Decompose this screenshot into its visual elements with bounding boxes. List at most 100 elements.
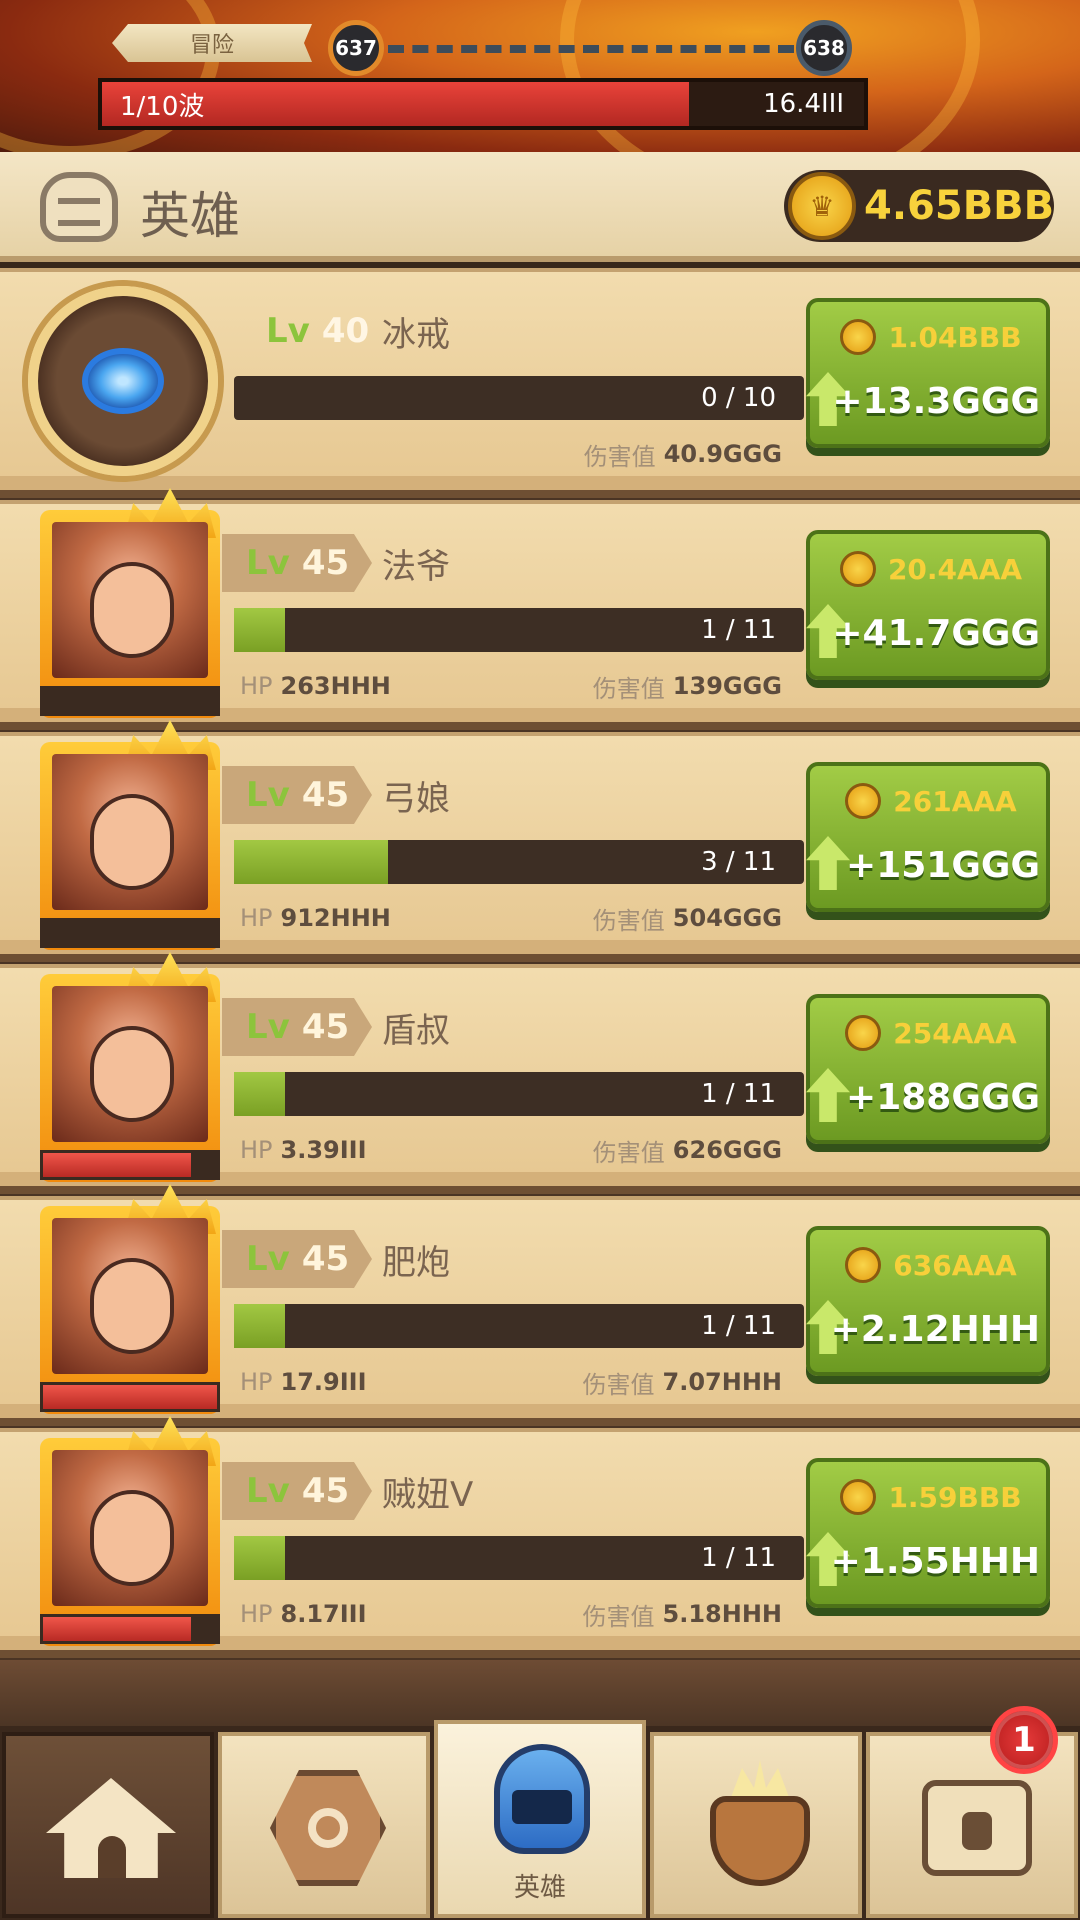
- hp-label: HP: [240, 1368, 273, 1396]
- hero-row: Lv 45 肥炮 1 / 11 HP 17.9III 伤害值 7.07HHH 6…: [0, 1184, 1080, 1418]
- gold-coin-icon: [788, 172, 856, 240]
- hero-hp-strip: [40, 918, 220, 948]
- damage-value: 5.18HHH: [662, 1600, 782, 1628]
- portrait-frame[interactable]: [40, 720, 220, 950]
- upgrade-progress-bar: 3 / 11: [234, 840, 804, 884]
- damage-label: 伤害值: [592, 906, 665, 935]
- upgrade-cost: 1.04BBB: [820, 312, 1042, 362]
- helmet-icon: [40, 172, 118, 242]
- hp-label: HP: [240, 1136, 273, 1164]
- heroes-header: 英雄 4.65BBB: [0, 152, 1080, 262]
- hp-value: 8.17III: [280, 1600, 367, 1628]
- upgrade-progress-text: 1 / 11: [701, 1543, 776, 1573]
- tab-chest[interactable]: 1: [866, 1706, 1078, 1918]
- damage-value: 7.07HHH: [662, 1368, 782, 1396]
- shield-uncle-portrait-icon: [52, 986, 208, 1142]
- damage-value: 626GGG: [672, 1136, 782, 1164]
- tent-door: [98, 1836, 126, 1878]
- upgrade-cost: 254AAA: [820, 1008, 1042, 1058]
- upgrade-button[interactable]: 1.04BBB +13.3GGG: [806, 298, 1050, 448]
- upgrade-gain: +1.55HHH: [830, 1540, 1040, 1582]
- portrait-frame[interactable]: [40, 488, 220, 718]
- level-prefix: Lv: [246, 1239, 290, 1279]
- level-tag: Lv 45: [222, 1230, 372, 1288]
- cost-value: 1.59BBB: [888, 1480, 1022, 1514]
- cannoneer-portrait-icon: [52, 1218, 208, 1374]
- cost-value: 254AAA: [893, 1016, 1017, 1050]
- upgrade-progress-text: 0 / 10: [701, 383, 776, 413]
- hero-row: Lv 45 弓娘 3 / 11 HP 912HHH 伤害值 504GGG 261…: [0, 720, 1080, 954]
- upgrade-progress-text: 1 / 11: [701, 1311, 776, 1341]
- hero-hp-strip: [40, 1382, 220, 1412]
- hp-value: 17.9III: [280, 1368, 367, 1396]
- upgrade-gain: +2.12HHH: [830, 1308, 1040, 1350]
- gold-counter: 4.65BBB: [784, 170, 1054, 242]
- hero-hp-fill: [43, 1153, 191, 1177]
- hero-hp-fill: [43, 1617, 191, 1641]
- upgrade-progress-text: 1 / 11: [701, 615, 776, 645]
- upgrade-progress-fill: [234, 1304, 286, 1348]
- gold-coin-icon: [840, 1479, 877, 1515]
- hero-hp-strip: [40, 1150, 220, 1180]
- upgrade-progress-text: 3 / 11: [701, 847, 776, 877]
- damage-value: 504GGG: [672, 904, 782, 932]
- upgrade-progress-text: 1 / 11: [701, 1079, 776, 1109]
- level-tag: Lv 45: [222, 998, 372, 1056]
- hp-value: 3.39III: [280, 1136, 367, 1164]
- upgrade-button[interactable]: 20.4AAA +41.7GGG: [806, 530, 1050, 680]
- hero-row: Lv 45 贼妞V 1 / 11 HP 8.17III 伤害值 5.18HHH …: [0, 1416, 1080, 1650]
- stage-path: [388, 45, 794, 53]
- damage-label: 伤害值: [582, 1602, 655, 1631]
- upgrade-cost: 20.4AAA: [820, 544, 1042, 594]
- hero-name: 贼妞V: [382, 1474, 474, 1515]
- hero-name: 法爷: [382, 546, 450, 587]
- hero-name: 肥炮: [382, 1242, 450, 1283]
- level-value: 45: [301, 775, 350, 815]
- hero-row: Lv 40 冰戒 0 / 10 伤害值 40.9GGG 1.04BBB +13.…: [0, 268, 1080, 490]
- cost-value: 261AAA: [893, 784, 1017, 818]
- hp-label: HP: [240, 1600, 273, 1628]
- upgrade-button[interactable]: 636AAA +2.12HHH: [806, 1226, 1050, 1376]
- tab-rune[interactable]: [218, 1732, 430, 1918]
- upgrade-progress-fill: [234, 840, 388, 884]
- gold-coin-icon: [845, 1015, 882, 1051]
- upgrade-progress-fill: [234, 608, 286, 652]
- upgrade-gain: +188GGG: [846, 1076, 1040, 1118]
- tab-camp[interactable]: [2, 1732, 214, 1918]
- level-tag: Lv 45: [222, 534, 372, 592]
- portrait-frame[interactable]: [40, 952, 220, 1182]
- upgrade-button[interactable]: 1.59BBB +1.55HHH: [806, 1458, 1050, 1608]
- sparkle-icon: [730, 1760, 790, 1800]
- level-prefix: Lv: [266, 311, 310, 351]
- upgrade-button[interactable]: 261AAA +151GGG: [806, 762, 1050, 912]
- upgrade-progress-bar: 1 / 11: [234, 1072, 804, 1116]
- gold-coin-icon: [840, 319, 877, 355]
- damage-stat: 伤害值 7.07HHH: [583, 1364, 782, 1400]
- level-tag: Lv 40: [242, 302, 392, 360]
- hp-value: 912HHH: [280, 904, 391, 932]
- gold-coin-icon: [845, 783, 882, 819]
- notification-badge: 1: [990, 1706, 1058, 1774]
- portrait-frame[interactable]: [40, 1416, 220, 1646]
- helmet-visor: [512, 1790, 572, 1824]
- adventure-banner[interactable]: 冒险: [112, 24, 312, 62]
- tab-heroes[interactable]: 英雄: [434, 1720, 646, 1918]
- cost-value: 636AAA: [893, 1248, 1017, 1282]
- hp-stat: HP 17.9III: [240, 1364, 367, 1400]
- gold-amount: 4.65BBB: [864, 183, 1055, 229]
- lock-icon: [962, 1812, 992, 1850]
- damage-value: 139GGG: [672, 672, 782, 700]
- hp-stat: HP 263HHH: [240, 668, 391, 704]
- hp-stat: HP 8.17III: [240, 1596, 367, 1632]
- portrait-frame[interactable]: [28, 286, 218, 476]
- tab-heroes-label: 英雄: [513, 1873, 566, 1903]
- gold-coin-icon: [839, 551, 876, 587]
- hero-hp-strip: [40, 1614, 220, 1644]
- damage-label: 伤害值: [583, 442, 656, 471]
- tab-cauldron[interactable]: [650, 1732, 862, 1918]
- upgrade-progress-fill: [234, 1536, 286, 1580]
- upgrade-button[interactable]: 254AAA +188GGG: [806, 994, 1050, 1144]
- damage-label: 伤害值: [592, 674, 665, 703]
- portrait-frame[interactable]: [40, 1184, 220, 1414]
- level-prefix: Lv: [246, 775, 290, 815]
